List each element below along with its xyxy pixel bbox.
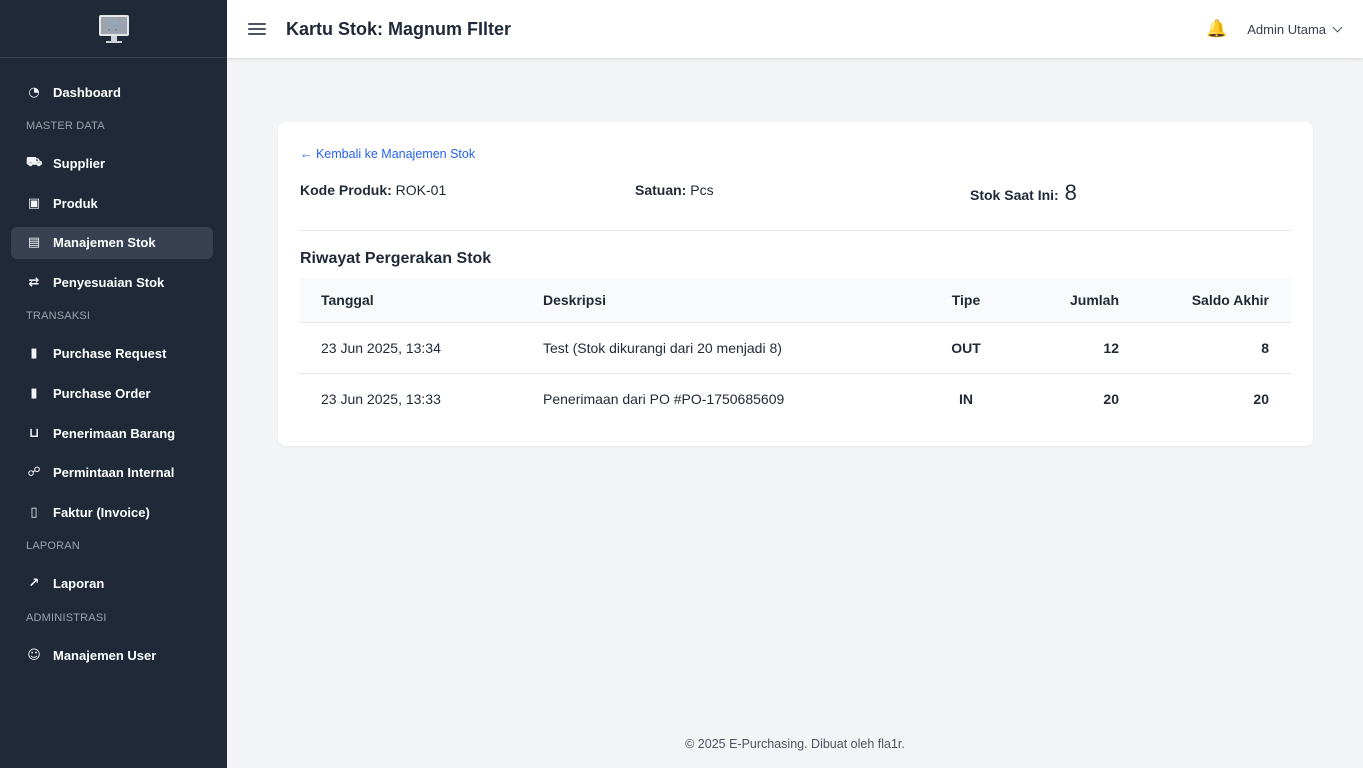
chart-line-icon: ↗ xyxy=(28,576,40,592)
sidebar-section-label: ADMINISTRASI xyxy=(26,611,107,624)
sidebar-logo-area: 🛒 xyxy=(0,0,227,58)
sidebar-item-label: Permintaan Internal xyxy=(53,465,175,481)
product-unit: Satuan: Pcs xyxy=(635,182,714,198)
column-header-saldo-akhir: Saldo Akhir xyxy=(1141,278,1291,323)
product-code-label: Kode Produk: xyxy=(300,182,392,198)
sidebar-item-dashboard[interactable]: ◔ Dashboard xyxy=(11,76,213,108)
back-to-stock-management-link[interactable]: ← Kembali ke Manajemen Stok xyxy=(300,147,475,161)
sidebar-item-produk[interactable]: ▣ Produk xyxy=(11,187,213,219)
footer-text: © 2025 E-Purchasing. Dibuat oleh fla1r. xyxy=(685,737,905,751)
sidebar-item-supplier[interactable]: ⛟ Supplier xyxy=(11,148,213,180)
sidebar-item-penyesuaian-stok[interactable]: ⇄ Penyesuaian Stok xyxy=(11,266,213,298)
file-icon: ▮ xyxy=(30,346,38,362)
bell-icon[interactable]: 🔔 xyxy=(1206,19,1227,39)
sidebar-section-label: MASTER DATA xyxy=(26,119,105,132)
cell-tanggal: 23 Jun 2025, 13:33 xyxy=(321,390,441,407)
sidebar-item-label: Produk xyxy=(53,195,98,211)
current-stock-value: 8 xyxy=(1064,180,1077,205)
sidebar-section-label: LAPORAN xyxy=(26,539,80,552)
product-info-row: Kode Produk: ROK-01 Satuan: Pcs Stok Saa… xyxy=(300,180,1290,210)
stock-history-table: Tanggal Deskripsi Tipe Jumlah Saldo Akhi… xyxy=(299,278,1291,424)
table-row: 23 Jun 2025, 13:33 Penerimaan dari PO #P… xyxy=(299,373,1291,424)
sidebar-item-label: Laporan xyxy=(53,576,105,592)
sidebar-item-manajemen-user[interactable]: ☺ Manajemen User xyxy=(11,640,213,672)
column-header-deskripsi: Deskripsi xyxy=(521,278,911,323)
sidebar-item-label: Manajemen User xyxy=(53,648,157,664)
cell-deskripsi: Test (Stok dikurangi dari 20 menjadi 8) xyxy=(521,322,911,374)
exchange-icon: ⇄ xyxy=(28,274,40,290)
sidebar-item-laporan[interactable]: ↗ Laporan xyxy=(11,568,213,600)
sidebar-item-manajemen-stok[interactable]: ▤ Manajemen Stok xyxy=(11,226,213,259)
sidebar-item-label: Faktur (Invoice) xyxy=(53,504,150,520)
sidebar-item-purchase-order[interactable]: ▮ Purchase Order xyxy=(11,378,213,410)
sidebar-item-label: Purchase Order xyxy=(53,386,151,402)
dashboard-gauge-icon: ◔ xyxy=(28,84,40,100)
current-stock: Stok Saat Ini: 8 xyxy=(970,180,1077,206)
sidebar-item-penerimaan-barang[interactable]: ⊔ Penerimaan Barang xyxy=(11,417,213,449)
top-header: Kartu Stok: Magnum FIlter 🔔 Admin Utama xyxy=(227,0,1363,58)
receipt-icon: ▯ xyxy=(30,504,38,520)
sidebar-item-label: Penyesuaian Stok xyxy=(53,274,165,290)
table-row: 23 Jun 2025, 13:34 Test (Stok dikurangi … xyxy=(299,322,1291,374)
warehouse-icon: ▤ xyxy=(27,235,41,251)
sidebar-item-faktur[interactable]: ▯ Faktur (Invoice) xyxy=(11,496,213,528)
table-header-row: Tanggal Deskripsi Tipe Jumlah Saldo Akhi… xyxy=(299,278,1291,323)
header-right: 🔔 Admin Utama xyxy=(1206,0,1343,58)
column-header-jumlah: Jumlah xyxy=(1021,278,1141,323)
cell-tipe-out: OUT xyxy=(911,322,1021,374)
column-header-tipe: Tipe xyxy=(911,278,1021,323)
truck-icon: ⛟ xyxy=(26,155,43,171)
column-header-tanggal: Tanggal xyxy=(299,278,521,323)
people-carry-icon: ☍ xyxy=(27,465,41,481)
box-icon: ▣ xyxy=(27,195,41,211)
cell-jumlah: 20 xyxy=(1103,390,1119,407)
sidebar-section-label: TRANSAKSI xyxy=(26,309,91,322)
user-menu-button[interactable]: Admin Utama xyxy=(1247,21,1343,37)
cell-tipe-in: IN xyxy=(959,390,973,407)
sidebar-nav: ◔ Dashboard MASTER DATA ⛟ Supplier ▣ Produk ▤ Ma… xyxy=(0,58,227,672)
cell-tanggal: 23 Jun 2025, 13:34 xyxy=(299,322,521,374)
sidebar-item-label: Penerimaan Barang xyxy=(53,425,176,441)
dolly-icon: ⊔ xyxy=(28,425,40,441)
current-stock-label: Stok Saat Ini: xyxy=(970,187,1059,203)
chevron-down-icon xyxy=(1332,22,1343,32)
sidebar-item-label: Dashboard xyxy=(53,84,121,100)
cell-saldo-akhir: 8 xyxy=(1141,322,1291,374)
hamburger-icon[interactable] xyxy=(248,20,266,38)
sidebar-item-purchase-request[interactable]: ▮ Purchase Request xyxy=(11,338,213,370)
cell-deskripsi: Penerimaan dari PO #PO-1750685609 xyxy=(543,390,785,407)
user-name: Admin Utama xyxy=(1247,21,1326,37)
file-invoice-icon: ▮ xyxy=(30,386,38,402)
sidebar-item-label: Manajemen Stok xyxy=(53,235,156,251)
product-code-value: ROK-01 xyxy=(395,182,447,198)
sidebar-item-label: Purchase Request xyxy=(53,346,167,362)
section-title: Riwayat Pergerakan Stok xyxy=(300,250,492,267)
product-unit-label: Satuan: xyxy=(635,182,687,198)
cell-saldo-akhir: 20 xyxy=(1253,390,1269,407)
sidebar-item-permintaan-internal[interactable]: ☍ Permintaan Internal xyxy=(11,457,213,489)
page-title: Kartu Stok: Magnum FIlter xyxy=(286,18,512,39)
product-code: Kode Produk: ROK-01 xyxy=(300,182,446,198)
computer-cart-icon[interactable]: 🛒 xyxy=(98,14,130,44)
users-cog-icon: ☺ xyxy=(27,648,41,664)
product-unit-value: Pcs xyxy=(690,182,714,198)
cell-jumlah: 12 xyxy=(1021,322,1141,374)
sidebar-item-label: Supplier xyxy=(53,156,106,172)
stock-card-panel: ← Kembali ke Manajemen Stok Kode Produk:… xyxy=(278,122,1313,446)
divider xyxy=(300,230,1291,231)
sidebar: 🛒 ◔ Dashboard MASTER DATA ⛟ Supplier ▣ Produk ▤… xyxy=(0,0,227,768)
